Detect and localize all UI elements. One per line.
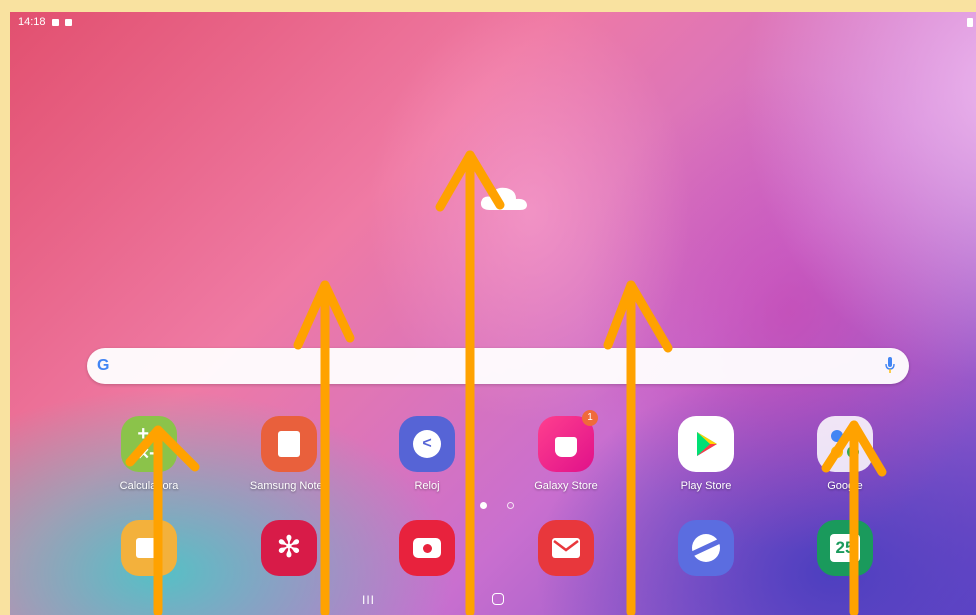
home-screen: 14:18 G +− ×÷ Calculadora Samsung Notes … (10, 12, 976, 615)
recent-apps-button[interactable]: III (362, 593, 375, 607)
notification-icon (51, 18, 59, 26)
app-galaxy-store[interactable]: 1 Galaxy Store (511, 410, 621, 492)
app-label: Calculadora (119, 480, 179, 492)
planet-icon (678, 520, 734, 576)
google-logo-icon: G (97, 357, 110, 374)
battery-icon (967, 18, 973, 27)
app-label: Google (827, 480, 863, 492)
notes-icon (261, 416, 317, 472)
camera-icon (399, 520, 455, 576)
clock-icon: < (399, 416, 455, 472)
status-time: 14:18 (18, 16, 46, 28)
microphone-icon[interactable] (885, 357, 895, 373)
calendar-icon: 25 (817, 520, 873, 576)
screenshot-notification-icon (64, 18, 72, 26)
app-label: Galaxy Store (534, 480, 598, 492)
app-label: Play Store (680, 480, 732, 492)
device-frame: 14:18 G +− ×÷ Calculadora Samsung Notes … (0, 0, 976, 615)
app-email[interactable] (511, 520, 621, 576)
mail-icon (538, 520, 594, 576)
shopping-bag-icon: 1 (538, 410, 598, 472)
navigation-bar: III (10, 589, 976, 611)
home-button[interactable] (492, 593, 504, 605)
play-store-icon (678, 416, 734, 472)
google-search-bar[interactable]: G (87, 348, 909, 384)
app-samsung-notes[interactable]: Samsung Notes (234, 416, 344, 492)
app-calculadora[interactable]: +− ×÷ Calculadora (94, 416, 204, 492)
page-dot-active (480, 502, 487, 509)
folder-icon (121, 520, 177, 576)
page-dot (507, 502, 514, 509)
app-reloj[interactable]: < Reloj (372, 416, 482, 492)
flower-icon: ✻ (261, 520, 317, 576)
notification-badge: 1 (582, 410, 598, 426)
app-internet[interactable] (651, 520, 761, 576)
calculator-icon: +− ×÷ (121, 416, 177, 472)
weather-cloud-icon[interactable] (478, 184, 530, 212)
app-google-folder[interactable]: Google (790, 416, 900, 492)
app-my-files[interactable] (94, 520, 204, 576)
calendar-date: 25 (830, 534, 860, 562)
app-gallery[interactable]: ✻ (234, 520, 344, 576)
app-label: Samsung Notes (249, 480, 329, 492)
google-folder-icon (817, 416, 873, 472)
page-indicator (480, 502, 514, 509)
status-bar: 14:18 (18, 16, 72, 28)
app-play-store[interactable]: Play Store (651, 416, 761, 492)
app-label: Reloj (414, 480, 440, 492)
app-calendar[interactable]: 25 (790, 520, 900, 576)
app-camera[interactable] (372, 520, 482, 576)
